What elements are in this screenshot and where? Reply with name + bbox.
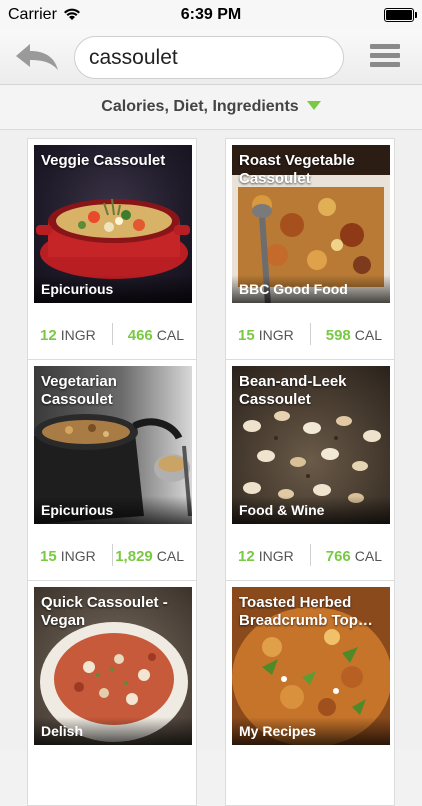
clock: 6:39 PM <box>180 6 242 23</box>
recipe-stats: 12 INGR 766 CAL <box>226 530 394 586</box>
recipe-stats: 12 INGR 466 CAL <box>28 309 196 365</box>
recipe-source: Epicurious <box>34 496 192 524</box>
recipe-source: BBC Good Food <box>232 275 390 303</box>
ingredient-label: INGR <box>258 548 294 564</box>
calorie-label: CAL <box>156 327 184 343</box>
recipe-title: Bean-and-Leek Cassoulet <box>239 373 347 408</box>
divider <box>310 323 311 345</box>
recipe-photo[interactable]: Veggie Cassoulet Epicurious <box>34 145 192 303</box>
recipe-card[interactable]: Bean-and-Leek Cassoulet Food & Wine 12 IN… <box>225 359 395 585</box>
recipe-photo[interactable]: Toasted Herbed Breadcrumb Top… My Recipe… <box>232 587 390 745</box>
calorie-count: 598 <box>325 327 351 344</box>
ingredient-count: 15 <box>238 327 255 344</box>
recipe-card[interactable]: Roast Vegetable Cassoulet BBC Good Food … <box>225 138 395 364</box>
recipe-title: Toasted Herbed Breadcrumb Top… <box>239 594 373 629</box>
recipe-stats: 15 INGR 598 CAL <box>226 309 394 365</box>
filter-bar[interactable]: Calories, Diet, Ingredients <box>0 86 422 130</box>
calorie-label: CAL <box>156 548 184 564</box>
recipe-card[interactable]: Veggie Cassoulet Epicurious 12 INGR 466 CA… <box>27 138 197 364</box>
calorie-count: 1,829 <box>115 548 153 565</box>
calorie-label: CAL <box>354 327 382 343</box>
recipe-title: Quick Cassoulet - Vegan <box>41 594 168 629</box>
caret-down-icon[interactable] <box>306 101 321 111</box>
recipe-card[interactable]: Vegetarian Cassoulet Epicurious 15 INGR 1… <box>27 359 197 585</box>
recipe-stats: 15 INGR 1,829 CAL <box>28 530 196 586</box>
calorie-count: 466 <box>127 327 153 344</box>
navigation-bar: cassoulet <box>0 30 422 85</box>
recipe-grid: Veggie Cassoulet Epicurious 12 INGR 466 CA… <box>0 130 422 806</box>
back-arrow-icon[interactable] <box>14 40 60 74</box>
ingredient-label: INGR <box>60 548 96 564</box>
battery-icon <box>384 8 417 22</box>
recipe-title: Vegetarian Cassoulet <box>41 373 117 408</box>
status-bar: Carrier 6:39 PM <box>0 0 422 30</box>
filter-label[interactable]: Calories, Diet, Ingredients <box>101 98 298 116</box>
menu-icon[interactable] <box>370 44 400 70</box>
recipe-photo[interactable]: Quick Cassoulet - Vegan Delish <box>34 587 192 745</box>
ingredient-count: 12 <box>238 548 255 565</box>
divider <box>112 323 113 345</box>
calorie-count: 766 <box>325 548 351 565</box>
recipe-card[interactable]: Quick Cassoulet - Vegan Delish <box>27 580 197 806</box>
calorie-label: CAL <box>354 548 382 564</box>
ingredient-count: 15 <box>40 548 57 565</box>
recipe-source: Delish <box>34 717 192 745</box>
recipe-source: Food & Wine <box>232 496 390 524</box>
recipe-card[interactable]: Toasted Herbed Breadcrumb Top… My Recipe… <box>225 580 395 806</box>
divider <box>112 544 113 566</box>
recipe-photo[interactable]: Vegetarian Cassoulet Epicurious <box>34 366 192 524</box>
recipe-source: Epicurious <box>34 275 192 303</box>
recipe-photo[interactable]: Bean-and-Leek Cassoulet Food & Wine <box>232 366 390 524</box>
divider <box>310 544 311 566</box>
search-input[interactable]: cassoulet <box>74 36 344 79</box>
ingredient-count: 12 <box>40 327 57 344</box>
recipe-photo[interactable]: Roast Vegetable Cassoulet BBC Good Food <box>232 145 390 303</box>
recipe-title: Roast Vegetable Cassoulet <box>239 152 355 187</box>
ingredient-label: INGR <box>258 327 294 343</box>
ingredient-label: INGR <box>60 327 96 343</box>
recipe-source: My Recipes <box>232 717 390 745</box>
recipe-title: Veggie Cassoulet <box>41 152 166 169</box>
